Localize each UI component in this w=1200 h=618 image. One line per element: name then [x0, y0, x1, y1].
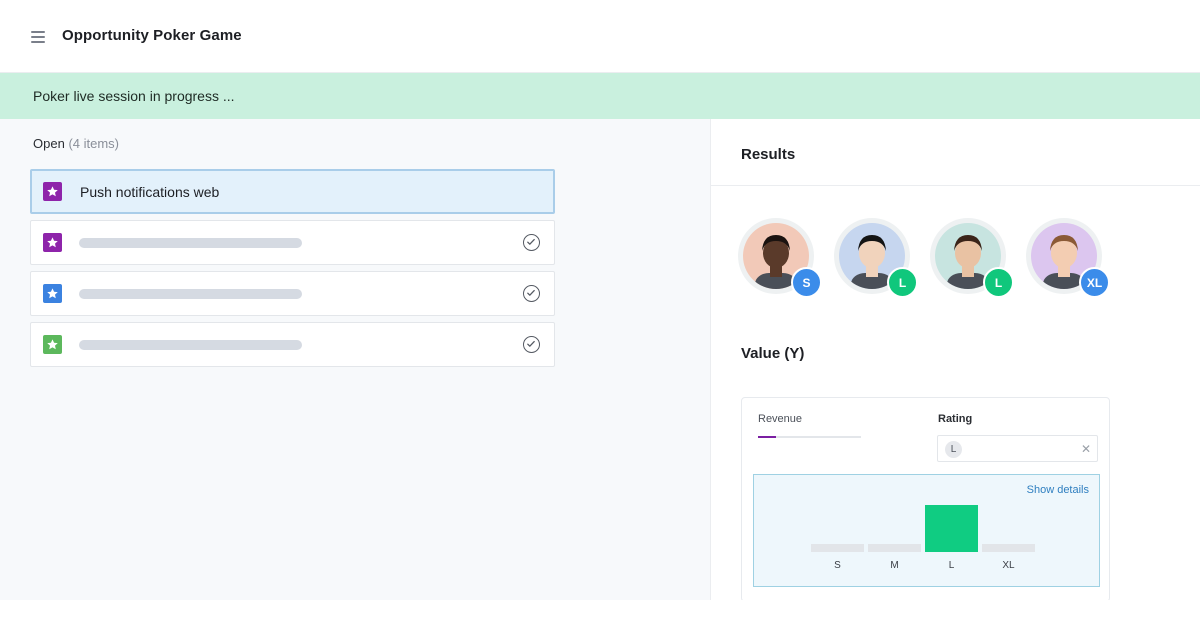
rating-chip: L	[945, 441, 962, 458]
placeholder-title-bar	[79, 289, 302, 299]
banner-text: Poker live session in progress ...	[33, 88, 235, 104]
participant-avatar: XL	[1026, 218, 1110, 298]
tick-label-l: L	[949, 560, 955, 571]
vote-chart: S M L XL Show details	[753, 474, 1100, 587]
page-title: Opportunity Poker Game	[62, 27, 242, 44]
open-count: (4 items)	[68, 136, 119, 151]
participant-avatar: L	[834, 218, 918, 298]
session-banner: Poker live session in progress ...	[0, 73, 1200, 119]
hamburger-icon[interactable]	[31, 31, 45, 43]
star-icon	[43, 284, 62, 303]
open-heading: Open (4 items)	[33, 136, 119, 151]
list-item-selected[interactable]: Push notifications web	[30, 169, 555, 214]
vote-badge: L	[887, 267, 918, 298]
star-icon	[43, 233, 62, 252]
open-items-pane: Open (4 items) Push notifications web	[0, 119, 710, 618]
open-label: Open	[33, 136, 65, 151]
tick-label-m: M	[890, 560, 898, 571]
item-title: Push notifications web	[80, 184, 220, 200]
check-circle-icon[interactable]	[523, 234, 540, 251]
app-header: Opportunity Poker Game	[0, 0, 1200, 73]
vote-badge: L	[983, 267, 1014, 298]
check-circle-icon[interactable]	[523, 336, 540, 353]
results-header: Results	[711, 119, 1200, 186]
participant-avatar: S	[738, 218, 822, 298]
list-item[interactable]	[30, 322, 555, 367]
revenue-progress-track	[758, 436, 861, 438]
placeholder-title-bar	[79, 340, 302, 350]
placeholder-title-bar	[79, 238, 302, 248]
tab-revenue[interactable]: Revenue	[758, 413, 802, 425]
vote-badge: S	[791, 267, 822, 298]
close-icon[interactable]: ✕	[1081, 442, 1091, 456]
star-icon	[43, 182, 62, 201]
participant-avatar: L	[930, 218, 1014, 298]
value-title: Value (Y)	[741, 345, 805, 362]
list-item[interactable]	[30, 271, 555, 316]
bar-s	[811, 544, 864, 552]
star-icon	[43, 335, 62, 354]
vote-badge: XL	[1079, 267, 1110, 298]
list-item[interactable]	[30, 220, 555, 265]
value-card: Revenue Rating L ✕ S M L XL Show details	[741, 397, 1110, 602]
tick-label-s: S	[834, 560, 841, 571]
results-pane: Results S L L XL Value (Y) Revenue Ratin…	[711, 119, 1200, 618]
bottom-fade	[0, 600, 1200, 618]
rating-label: Rating	[938, 413, 973, 425]
results-title: Results	[741, 146, 796, 163]
tick-label-xl: XL	[1002, 560, 1015, 571]
bar-l	[925, 505, 978, 552]
bar-m	[868, 544, 921, 552]
rating-select[interactable]: L ✕	[937, 435, 1098, 462]
check-circle-icon[interactable]	[523, 285, 540, 302]
revenue-progress-fill	[758, 436, 776, 438]
show-details-link[interactable]: Show details	[1027, 484, 1089, 496]
bar-xl	[982, 544, 1035, 552]
